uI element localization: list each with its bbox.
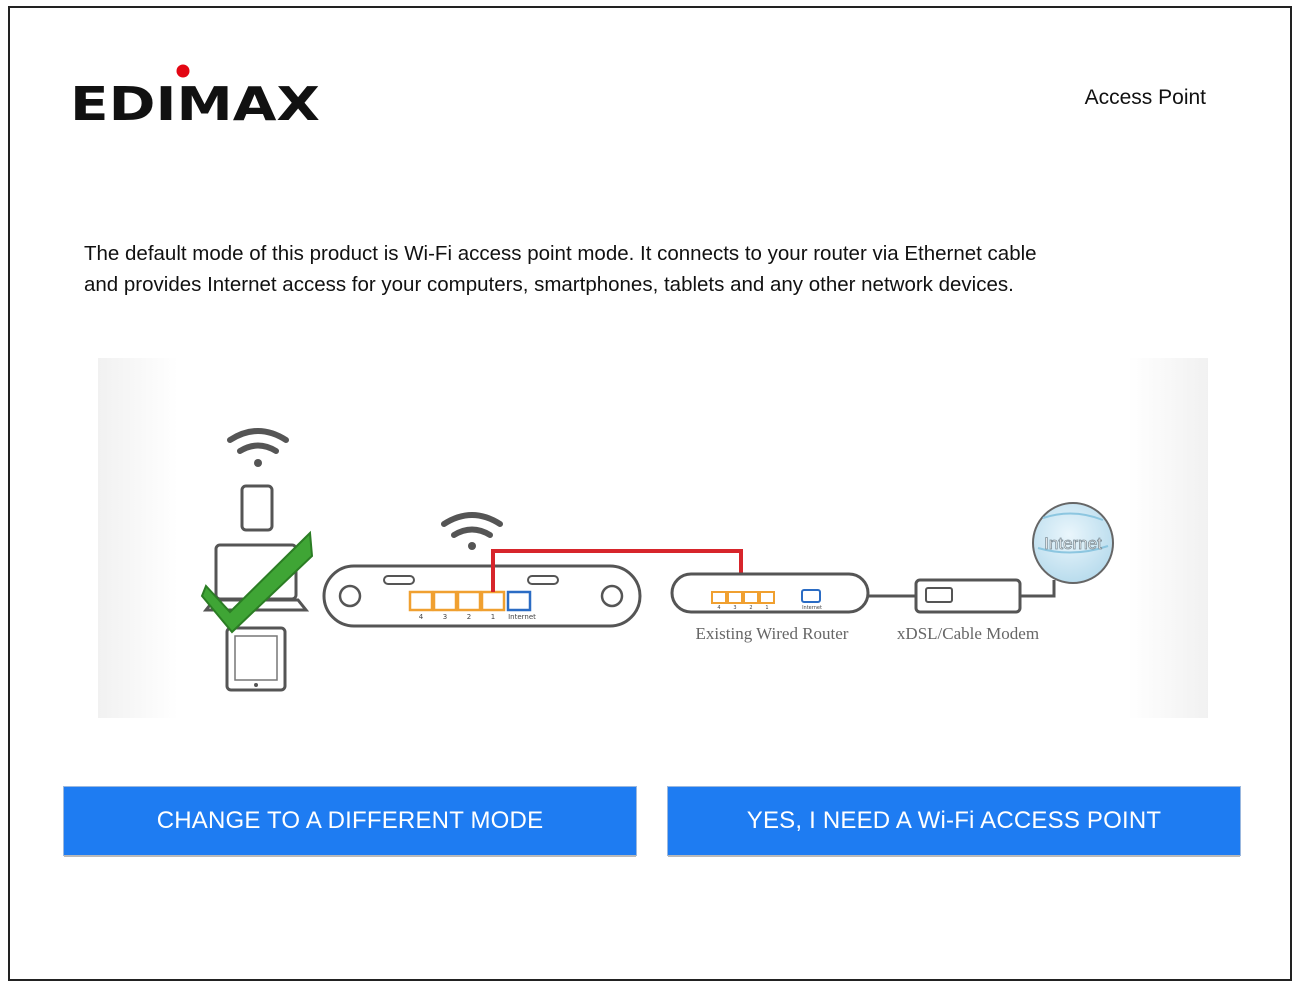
smartphone-icon — [240, 484, 274, 532]
description-line-2: and provides Internet access for your co… — [84, 273, 1014, 296]
change-mode-button[interactable]: CHANGE TO A DIFFERENT MODE — [64, 787, 636, 855]
wifi-icon — [227, 428, 289, 467]
tablet-icon — [225, 626, 287, 692]
router-port-label: 3 — [733, 605, 736, 611]
mode-title: Access Point — [1084, 86, 1206, 109]
modem-label: xDSL/Cable Modem — [897, 624, 1039, 643]
mode-description: The default mode of this product is Wi-F… — [84, 238, 1234, 300]
internet-label: Internet — [1044, 534, 1102, 553]
ap-port-label: Internet — [508, 613, 536, 621]
brand-text: EDIMAX — [70, 77, 320, 130]
router-port-label: 2 — [749, 605, 752, 611]
confirm-access-point-button[interactable]: YES, I NEED A Wi-Fi ACCESS POINT — [668, 787, 1240, 855]
ap-port-label: 4 — [419, 613, 424, 621]
description-line-1: The default mode of this product is Wi-F… — [84, 242, 1037, 265]
existing-router-device: 4 3 2 1 Internet — [670, 572, 870, 614]
ap-port-label: 3 — [443, 613, 447, 621]
edimax-logo: EDIMAX — [70, 64, 330, 131]
router-port-label: 4 — [717, 605, 720, 611]
page-frame: EDIMAX Access Point The default mode of … — [8, 6, 1292, 981]
ap-wifi-icon — [441, 512, 503, 550]
modem-device — [914, 578, 1022, 614]
network-diagram: 4 3 2 1 Internet 4 3 2 1 Internet Intern… — [98, 348, 1208, 768]
router-port-label: Internet — [802, 605, 822, 611]
ap-port-label: 1 — [491, 613, 495, 621]
internet-globe-icon: Internet — [1032, 502, 1114, 584]
ap-port-label: 2 — [467, 613, 471, 621]
router-port-label: 1 — [765, 605, 768, 611]
access-point-device: 4 3 2 1 Internet — [322, 564, 642, 628]
router-label: Existing Wired Router — [696, 624, 849, 643]
backdrop-right — [1128, 358, 1208, 718]
modem-internet-cable — [1020, 580, 1056, 598]
backdrop-left — [98, 358, 178, 718]
